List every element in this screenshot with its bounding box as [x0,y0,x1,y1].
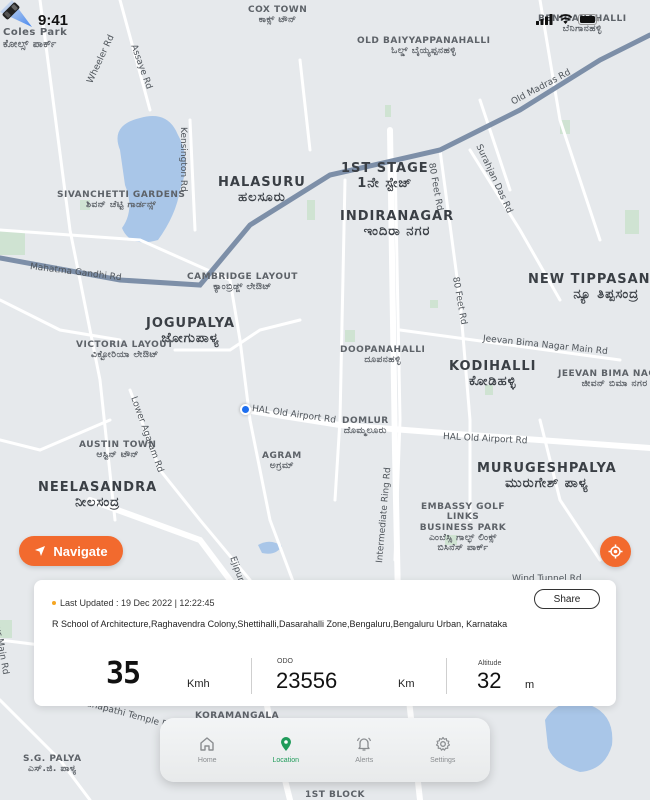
wifi-icon [558,14,573,24]
nav-item-label: Alerts [355,757,374,764]
speed-value: 35 [106,656,141,691]
status-bar-icons [536,14,600,25]
nav-item-label: Home [197,757,217,764]
nav-item-home[interactable]: Home [172,736,242,764]
signal-icon [536,14,553,25]
map-locality-label: SIVANCHETTI GARDENS ಶಿವನ್ ಚೆಟ್ಟಿ ಗಾರ್ಡನ್ಸ… [57,190,186,211]
bottom-nav: Home Location Alerts Settings [160,718,490,782]
status-dot [52,601,56,605]
bell-icon [357,737,372,751]
divider [446,658,447,694]
navigate-button-label: Navigate [53,543,108,559]
map-locality-label: JEEVAN BIMA NAGARಜೀವನ್ ಬಿಮಾ ನಗರ [558,369,650,390]
map-area-label: HALASURU ಹಲಸೂರು [218,175,306,205]
metrics-row: 35 Kmh ODO 23556 Km Altitude 32 m [34,650,616,696]
nav-item-location[interactable]: Location [251,736,321,764]
map-locality-label: VICTORIA LAYOUT ವಿಕ್ಟೋರಿಯಾ ಲೇಔಟ್ [76,340,174,361]
map-area-label: 1ST STAGE 1ನೇ ಸ್ಟೇಜ್ [341,161,429,191]
map-locality-label: DOOPANAHALLI ದೂಪನಹಳ್ಳಿ [340,345,426,366]
map-locality-label: DOMLUR ದೊಮ್ಮಲೂರು [342,416,389,437]
map-locality-label: COX TOWN ಕಾಕ್ಸ್ ಟೌನ್ [248,5,308,26]
last-updated-text: Last Updated : 19 Dec 2022 | 12:22:45 [60,598,215,608]
map-locality-label: Coles Park ಕೋಲ್ಸ್ ಪಾರ್ಕ್ [3,27,68,50]
odo-value: 23556 [276,668,338,693]
battery-icon [578,14,599,25]
gear-icon [435,736,450,751]
map-area-label: NEW TIPPASANDRAನ್ಯೂ ತಿಪ್ಪಸಂದ್ರ [528,272,650,302]
home-icon [200,737,214,751]
navigation-arrow-icon [35,546,46,556]
speed-unit: Kmh [187,678,210,690]
nav-item-label: Location [272,757,299,764]
map-locality-label: 1ST BLOCK [305,790,366,800]
divider [251,658,252,694]
share-button[interactable]: Share [534,589,600,609]
map-locality-label: S.G. PALYA ಎಸ್.ಜಿ. ಪಾಳ್ಯ [23,754,82,775]
map-area-label: INDIRANAGAR ಇಂದಿರಾ ನಗರ [340,209,455,239]
current-location-dot [240,404,251,415]
map-locality-label: CAMBRIDGE LAYOUT ಕ್ಯಾಂಬ್ರಿಡ್ಜ್ ಲೇಔಟ್ [187,272,298,293]
vehicle-marker-icon[interactable] [0,0,22,22]
map-area-label: MURUGESHPALYA ಮುರುಗೇಶ್ ಪಾಳ್ಯ [477,461,617,491]
nav-item-settings[interactable]: Settings [408,736,478,764]
nav-item-alerts[interactable]: Alerts [329,736,399,764]
altitude-value: 32 [477,668,502,693]
crosshair-icon [608,544,623,559]
altitude-unit: m [525,679,535,691]
map-road-label: Kensington Rd [178,127,188,192]
map-locality-label: OLD BAIYYAPPANAHALLI ಓಲ್ಡ್ ಬೈಯ್ಯಪ್ಪನಹಳ್ಳಿ [357,36,491,57]
map-area-label: KODIHALLI ಕೋಡಿಹಳ್ಳಿ [449,359,537,389]
altitude-label: Altitude [478,660,502,667]
map-locality-label: AGRAM ಅಗ್ರಮ್ [262,451,302,472]
vehicle-address: R School of Architecture,Raghavendra Col… [52,619,508,629]
status-bar-time: 9:41 [38,12,69,29]
navigate-button[interactable]: Navigate [19,536,123,566]
location-pin-icon [280,737,291,751]
map-area-label: NEELASANDRA ನೀಲಸಂದ್ರ [38,480,158,510]
map-locality-label: EMBASSY GOLF LINKS BUSINESS PARK ಎಂಬೆಸ್ಸಿ… [419,502,507,554]
nav-item-label: Settings [430,757,456,764]
odo-unit: Km [398,678,415,690]
odo-label: ODO [277,658,293,665]
vehicle-info-card: Last Updated : 19 Dec 2022 | 12:22:45 Sh… [34,580,616,706]
last-updated: Last Updated : 19 Dec 2022 | 12:22:45 [52,598,214,608]
recenter-button[interactable] [600,536,631,567]
